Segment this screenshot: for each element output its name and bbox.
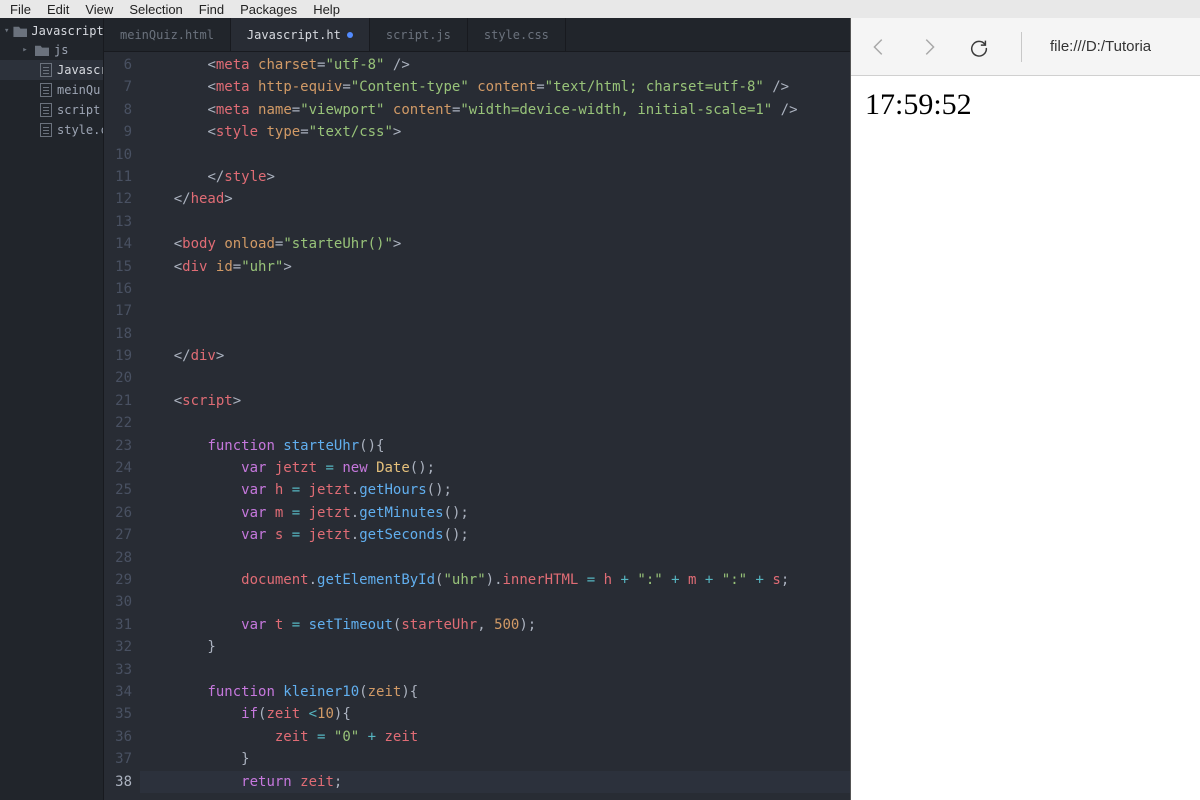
tree-file[interactable]: script.js	[0, 100, 103, 120]
menu-help[interactable]: Help	[307, 2, 346, 17]
editor-tab[interactable]: script.js	[370, 18, 468, 51]
menu-edit[interactable]: Edit	[41, 2, 75, 17]
project-sidebar: ▾ Javascript P ▸ js Javascri meinQu script…	[0, 18, 104, 800]
project-root-label: Javascript P	[31, 24, 103, 38]
editor-tab[interactable]: meinQuiz.html	[104, 18, 231, 51]
tree-file[interactable]: style.css	[0, 120, 103, 140]
menu-packages[interactable]: Packages	[234, 2, 303, 17]
code-editor[interactable]: 6789101112131415161718192021222324252627…	[104, 52, 850, 800]
tree-file-label: Javascri	[57, 63, 103, 77]
code-area[interactable]: <meta charset="utf-8" /> <meta http-equi…	[140, 52, 850, 800]
tabbar: meinQuiz.html Javascript.ht script.js style…	[104, 18, 850, 52]
tab-label: script.js	[386, 28, 451, 42]
menu-selection[interactable]: Selection	[123, 2, 188, 17]
browser-pane: file:///D:/Tutoria 17:59:52	[850, 18, 1200, 800]
editor-tab[interactable]: style.css	[468, 18, 566, 51]
folder-icon	[13, 25, 27, 37]
dirty-indicator-icon	[347, 32, 353, 38]
line-gutter: 6789101112131415161718192021222324252627…	[104, 52, 140, 800]
tab-label: meinQuiz.html	[120, 28, 214, 42]
file-icon	[40, 103, 52, 117]
tree-file-label: meinQu	[57, 83, 100, 97]
menu-find[interactable]: Find	[193, 2, 230, 17]
tree-file[interactable]: meinQu	[0, 80, 103, 100]
project-root[interactable]: ▾ Javascript P	[0, 22, 103, 40]
file-icon	[40, 123, 52, 137]
tree-file[interactable]: Javascri	[0, 60, 103, 80]
tree-file-label: script.js	[57, 103, 103, 117]
file-icon	[40, 83, 52, 97]
main-area: ▾ Javascript P ▸ js Javascri meinQu script…	[0, 18, 1200, 800]
editor-tab[interactable]: Javascript.ht	[231, 18, 370, 51]
chevron-right-icon: ▸	[20, 45, 30, 55]
back-button[interactable]	[865, 33, 893, 61]
chevron-down-icon: ▾	[4, 26, 9, 36]
browser-content: 17:59:52	[851, 76, 1200, 800]
menu-file[interactable]: File	[4, 2, 37, 17]
tab-label: Javascript.ht	[247, 28, 341, 42]
clock-output: 17:59:52	[865, 88, 972, 121]
tab-label: style.css	[484, 28, 549, 42]
file-icon	[40, 63, 52, 77]
browser-toolbar: file:///D:/Tutoria	[851, 18, 1200, 76]
menubar: File Edit View Selection Find Packages Help	[0, 0, 1200, 18]
folder-icon	[35, 44, 49, 56]
editor-pane: ▾ Javascript P ▸ js Javascri meinQu script…	[0, 18, 850, 800]
tree-file-label: style.css	[57, 123, 103, 137]
tree-folder-js[interactable]: ▸ js	[0, 40, 103, 60]
tree-folder-label: js	[54, 43, 68, 57]
toolbar-divider	[1021, 32, 1022, 62]
forward-button[interactable]	[915, 33, 943, 61]
address-bar[interactable]: file:///D:/Tutoria	[1050, 38, 1151, 55]
refresh-button[interactable]	[965, 33, 993, 61]
menu-view[interactable]: View	[79, 2, 119, 17]
